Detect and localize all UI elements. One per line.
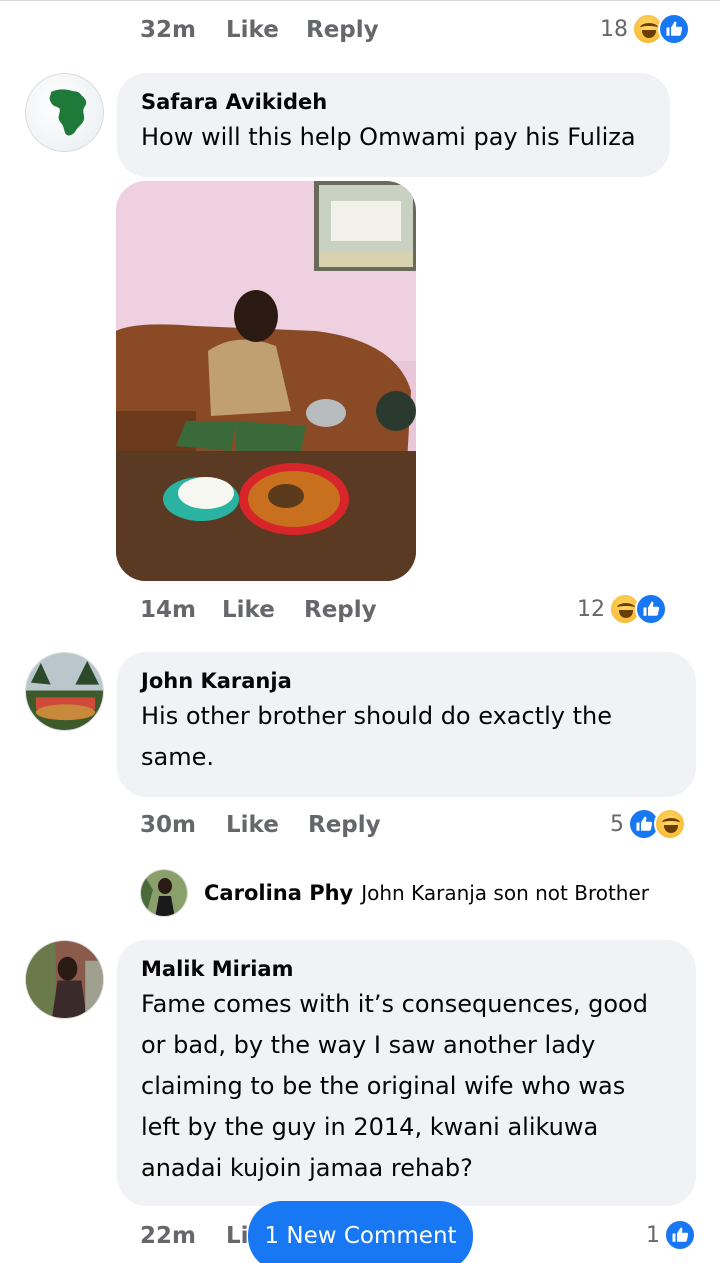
comment-text: His other brother should do exactly the xyxy=(141,702,612,730)
reactions-count: 12 xyxy=(577,596,605,622)
like-icon xyxy=(635,593,667,625)
reactions-count: 1 xyxy=(646,1222,660,1248)
comment-time: 30m xyxy=(140,812,196,838)
like-icon xyxy=(658,13,690,45)
comment-meta-row: 32m Like Reply xyxy=(140,10,379,50)
avatar[interactable] xyxy=(25,652,104,731)
comment-time: 32m xyxy=(140,17,196,43)
new-comment-button[interactable]: 1 New Comment xyxy=(248,1201,473,1263)
avatar[interactable] xyxy=(25,940,104,1019)
like-button[interactable]: Like xyxy=(222,597,304,623)
reply-button[interactable]: Reply xyxy=(304,597,377,623)
comment-text-line: anadai kujoin jamaa rehab? xyxy=(141,1154,473,1182)
reply-author[interactable]: Carolina Phy xyxy=(204,881,353,905)
reply-text: John Karanja son not Brother xyxy=(361,881,650,905)
like-icon xyxy=(664,1219,696,1251)
comment-text: How will this help Omwami pay his Fuliza xyxy=(141,123,636,151)
africa-map-icon xyxy=(49,89,87,136)
comment-bubble: Malik Miriam Fame comes with it’s conseq… xyxy=(117,940,696,1206)
photo-content xyxy=(116,181,416,581)
haha-icon xyxy=(654,808,686,840)
comment-time: 22m xyxy=(140,1223,196,1249)
comment-meta-row: 14m Like Reply xyxy=(140,590,377,630)
comment-author[interactable]: Malik Miriam xyxy=(141,954,672,984)
like-button[interactable]: Like xyxy=(226,812,308,838)
comment-text-line: claiming to be the original wife who was xyxy=(141,1072,626,1100)
avatar-photo xyxy=(26,941,103,1018)
comment-author[interactable]: Safara Avikideh xyxy=(141,87,646,117)
comment-bubble: John Karanja His other brother should do… xyxy=(117,652,696,797)
comment-bubble: Safara Avikideh How will this help Omwam… xyxy=(117,73,670,177)
reply-button[interactable]: Reply xyxy=(308,812,381,838)
reply-preview[interactable]: Carolina Phy John Karanja son not Brothe… xyxy=(140,868,649,918)
top-divider xyxy=(0,0,720,4)
avatar-photo xyxy=(26,653,103,730)
reactions-summary[interactable]: 12 xyxy=(577,589,667,629)
comment-text-line: or bad, by the way I saw another lady xyxy=(141,1031,596,1059)
comment-meta-row: 22m Lik xyxy=(140,1216,264,1256)
reactions-count: 18 xyxy=(600,16,628,42)
comment-author[interactable]: John Karanja xyxy=(141,666,672,696)
reply-button[interactable]: Reply xyxy=(306,17,379,43)
comment-text: same. xyxy=(141,743,214,771)
like-button[interactable]: Like xyxy=(226,17,306,43)
comment-time: 14m xyxy=(140,597,196,623)
comment-text-line: Fame comes with it’s consequences, good xyxy=(141,990,648,1018)
comment-text-line: left by the guy in 2014, kwani alikuwa xyxy=(141,1113,599,1141)
reactions-summary[interactable]: 18 xyxy=(600,9,690,49)
avatar-photo xyxy=(141,870,187,916)
comment-meta-row: 30m Like Reply xyxy=(140,805,381,845)
reactions-count: 5 xyxy=(610,811,624,837)
comment-photo[interactable] xyxy=(116,181,416,581)
avatar[interactable] xyxy=(25,73,104,152)
reactions-summary[interactable]: 5 xyxy=(610,804,686,844)
reactions-summary[interactable]: 1 xyxy=(646,1215,696,1255)
avatar[interactable] xyxy=(140,869,188,917)
